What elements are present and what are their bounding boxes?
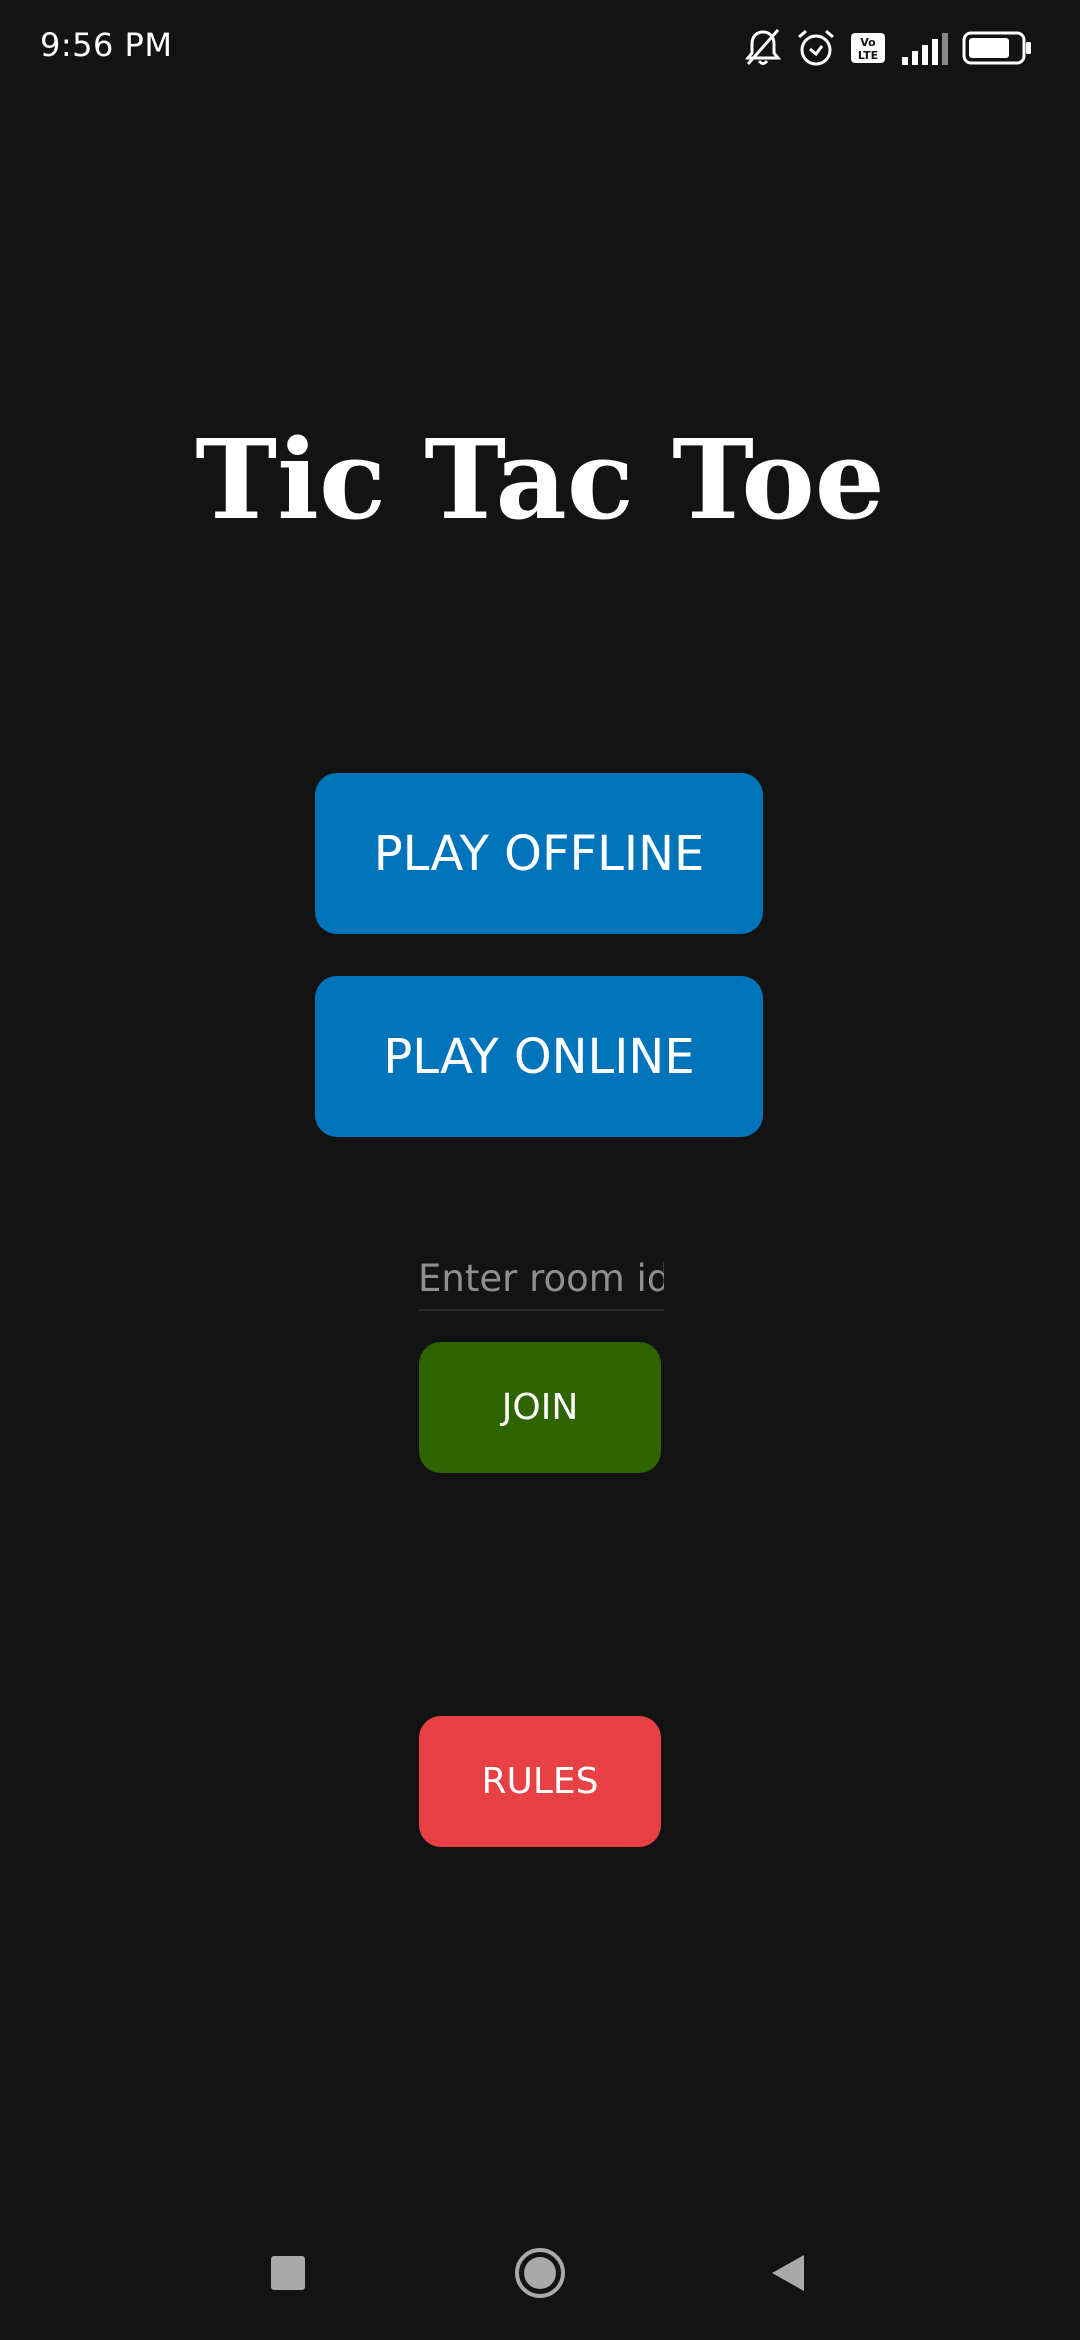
play-offline-button[interactable]: PLAY OFFLINE xyxy=(315,773,763,934)
signal-icon xyxy=(900,31,948,65)
recents-button[interactable] xyxy=(228,2220,348,2330)
back-button[interactable] xyxy=(728,2220,848,2330)
status-bar: 9:56 PM Vo LTE xyxy=(0,0,1080,96)
volte-label-bottom: LTE xyxy=(858,49,878,62)
play-online-button[interactable]: PLAY ONLINE xyxy=(315,976,763,1137)
alarm-icon xyxy=(796,28,836,68)
volte-icon: Vo LTE xyxy=(850,32,886,64)
volte-label-top: Vo xyxy=(860,36,876,49)
status-time: 9:56 PM xyxy=(40,26,173,64)
battery-icon xyxy=(962,31,1032,65)
navigation-bar xyxy=(0,2220,1080,2340)
app-title: Tic Tac Toe xyxy=(195,415,885,544)
back-icon xyxy=(770,2253,806,2297)
join-button[interactable]: JOIN xyxy=(419,1342,661,1473)
battery-fill xyxy=(969,38,1009,58)
rules-button[interactable]: RULES xyxy=(419,1716,661,1847)
bell-off-icon xyxy=(744,28,782,68)
home-icon xyxy=(513,2246,567,2304)
home-button[interactable] xyxy=(480,2220,600,2330)
status-icons: Vo LTE xyxy=(744,26,1032,70)
room-id-input[interactable] xyxy=(418,1247,664,1311)
recents-icon xyxy=(270,2255,306,2295)
